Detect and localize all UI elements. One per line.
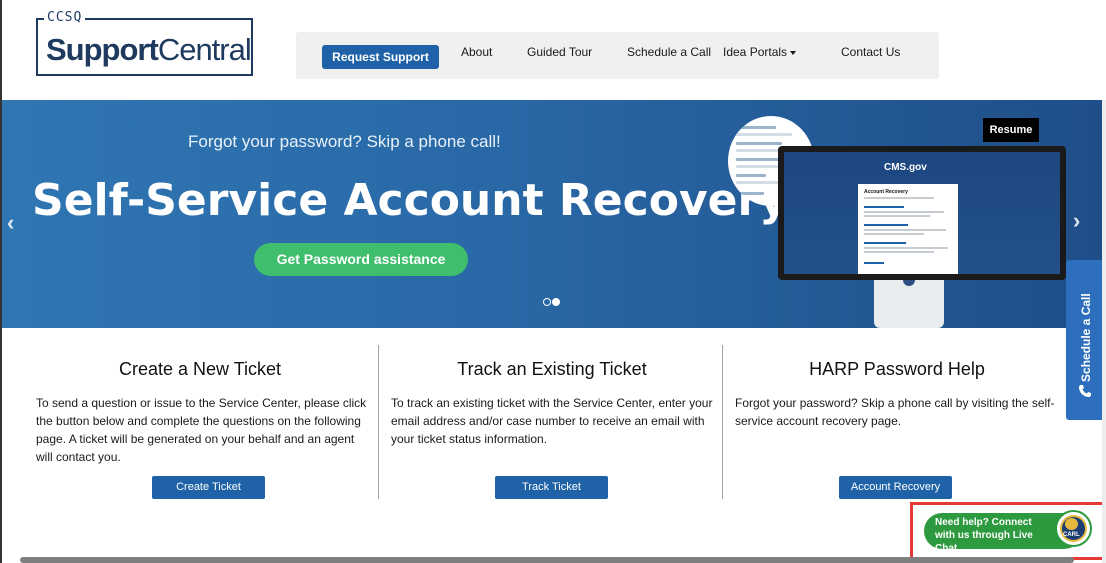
nav-guided-tour-link[interactable]: Guided Tour <box>527 45 592 59</box>
logo-light-text: Central <box>157 32 252 67</box>
track-ticket-button[interactable]: Track Ticket <box>495 476 608 499</box>
logo-prefix: CCSQ <box>44 10 86 25</box>
live-chat-text[interactable]: Need help? Connect with us through Live … <box>935 516 1053 555</box>
carousel-dot-2[interactable] <box>552 298 560 306</box>
column-divider <box>378 345 379 499</box>
track-ticket-section: Track an Existing Ticket To track an exi… <box>388 345 716 501</box>
get-password-assistance-button[interactable]: Get Password assistance <box>254 243 468 276</box>
avatar-label: CARL <box>1063 532 1080 538</box>
card-title: Account Recovery <box>864 189 908 195</box>
schedule-call-tab-label: Schedule a Call <box>1079 293 1093 382</box>
horizontal-scrollbar[interactable] <box>20 557 1074 563</box>
hero-title: Self-Service Account Recovery <box>32 175 788 226</box>
nav-about-link[interactable]: About <box>461 45 492 59</box>
cms-brand-text: CMS.gov <box>884 162 927 173</box>
nav-contact-us-link[interactable]: Contact Us <box>841 45 900 59</box>
track-ticket-description: To track an existing ticket with the Ser… <box>391 396 713 446</box>
monitor-illustration: CMS.gov Account Recovery <box>778 146 1066 280</box>
caret-down-icon <box>790 50 797 55</box>
track-ticket-heading: Track an Existing Ticket <box>457 359 647 379</box>
carousel-next-icon[interactable]: › <box>1073 208 1080 234</box>
account-recovery-card: Account Recovery <box>858 184 958 274</box>
carousel-resume-button[interactable]: Resume <box>983 118 1039 142</box>
create-ticket-heading: Create a New Ticket <box>118 359 282 379</box>
page: CCSQ SupportCentral Request Support Abou… <box>0 0 1106 563</box>
column-divider <box>722 345 723 499</box>
monitor-stand <box>874 280 944 328</box>
nav-idea-portals-label: Idea Portals <box>723 45 788 59</box>
create-ticket-section: Create a New Ticket To send a question o… <box>30 345 370 501</box>
ccsq-support-central-logo[interactable]: CCSQ SupportCentral <box>36 10 253 76</box>
harp-password-section: HARP Password Help Forgot your password?… <box>732 345 1062 501</box>
nav-schedule-call-link[interactable]: Schedule a Call <box>627 45 711 59</box>
avatar-face <box>1065 518 1078 530</box>
carousel-prev-icon[interactable]: ‹ <box>7 210 14 236</box>
carousel-indicators <box>543 293 561 311</box>
hero-carousel: Forgot your password? Skip a phone call!… <box>2 100 1102 328</box>
create-ticket-description: To send a question or issue to the Servi… <box>36 396 367 464</box>
carl-chat-avatar-icon[interactable]: CARL <box>1055 510 1092 547</box>
nav-idea-portals-dropdown[interactable]: Idea Portals <box>723 45 797 59</box>
phone-icon <box>1078 384 1094 400</box>
create-ticket-button[interactable]: Create Ticket <box>152 476 265 499</box>
logo-bold-text: Support <box>46 32 159 67</box>
vertical-scrollbar[interactable] <box>1102 100 1106 563</box>
hero-tagline: Forgot your password? Skip a phone call! <box>188 132 501 151</box>
monitor-screen: CMS.gov Account Recovery <box>784 152 1060 274</box>
harp-password-heading: HARP Password Help <box>809 359 985 379</box>
account-recovery-button[interactable]: Account Recovery <box>839 476 952 499</box>
nav-request-support-button[interactable]: Request Support <box>322 45 439 69</box>
carousel-dot-1[interactable] <box>543 298 551 306</box>
logo-wordmark: SupportCentral <box>46 32 252 68</box>
harp-password-description: Forgot your password? Skip a phone call … <box>735 396 1055 428</box>
main-navigation: Request Support About Guided Tour Schedu… <box>296 32 939 79</box>
